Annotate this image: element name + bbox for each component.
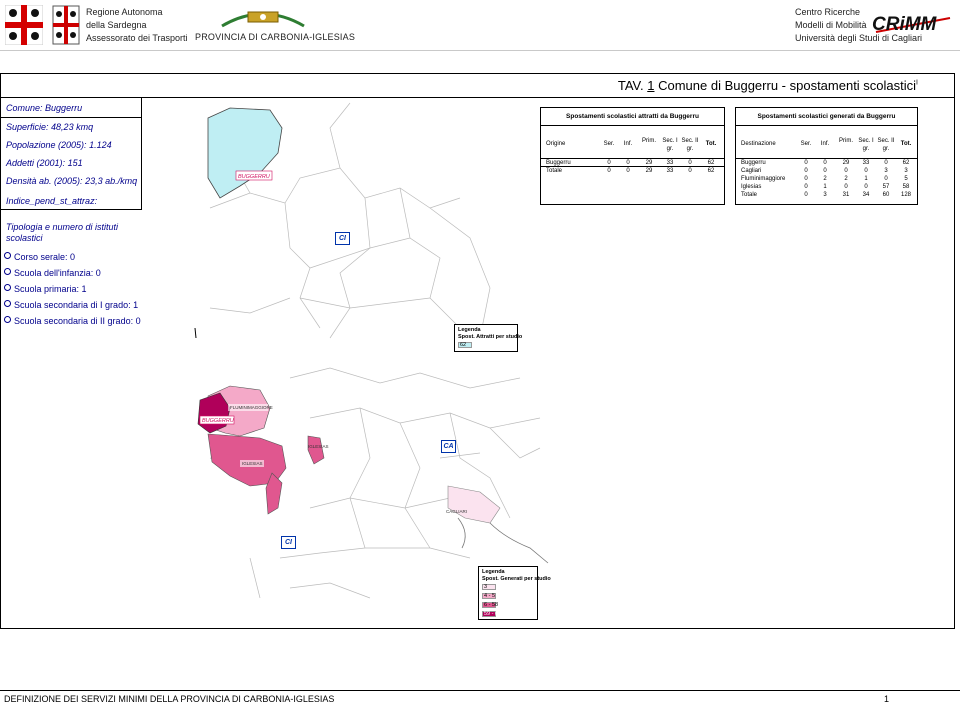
table-cell: 0 <box>864 184 868 190</box>
svg-text:IGLESIAS: IGLESIAS <box>242 461 263 466</box>
map-label-iglesias: IGLESIAS <box>240 460 264 467</box>
table-cell: 2 <box>823 176 827 182</box>
table-cell: 62 <box>902 160 910 166</box>
table-cell: 0 <box>804 176 808 182</box>
svg-text:BUGGERRU: BUGGERRU <box>202 418 234 424</box>
col-header: Destinazione <box>741 141 776 147</box>
table-cell: 0 <box>844 184 848 190</box>
table-cell: 57 <box>882 184 890 190</box>
table-cell: 0 <box>844 168 848 174</box>
addetti-row: Addetti (2001): 151 <box>6 158 83 168</box>
table-cell: 2 <box>844 176 848 182</box>
map-label-cagliari: CAGLIARI <box>446 509 467 514</box>
map-label-fluminimaggiore: FLUMINIMAGGIORE <box>228 404 273 411</box>
table-attratti: Spostamenti scolastici attratti da Bugge… <box>540 107 725 205</box>
col-header: Prim. <box>839 138 853 144</box>
popolazione-row: Popolazione (2005): 1.124 <box>6 140 112 150</box>
table-cell: 0 <box>804 160 808 166</box>
col-header: Inf. <box>820 141 830 147</box>
table-cell: 5 <box>904 176 908 182</box>
table-cell: 31 <box>842 192 850 198</box>
table-cell: 0 <box>823 168 827 174</box>
region-subname: della Sardegna <box>86 20 147 30</box>
comune-row: Comune: Buggerru <box>6 103 83 113</box>
table-cell: 60 <box>882 192 890 198</box>
table-generati: Spostamenti scolastici generati da Bugge… <box>735 107 918 205</box>
indice-row: Indice_pend_st_attraz: <box>6 196 98 206</box>
ca-badge: CA <box>441 440 456 453</box>
table-cell: 33 <box>862 160 870 166</box>
table-generati-title: Spostamenti scolastici generati da Bugge… <box>736 108 917 126</box>
col-header: Prim. <box>642 138 656 144</box>
table-cell: 58 <box>902 184 910 190</box>
table-cell: Fluminimaggiore <box>741 176 786 182</box>
table-cell: 0 <box>864 168 868 174</box>
table-cell: Iglesias <box>741 184 762 190</box>
footer-divider <box>0 690 960 691</box>
table-cell: 1 <box>864 176 868 182</box>
istituto-item: Corso serale: 0 <box>4 252 75 262</box>
table-cell: Cagliari <box>741 168 762 174</box>
table-cell: 0 <box>823 160 827 166</box>
ci-badge: CI <box>281 536 296 549</box>
table-cell: Totale <box>741 192 758 198</box>
svg-text:CRiMM: CRiMM <box>872 14 938 35</box>
col-header: Inf. <box>623 141 633 147</box>
table-cell: 128 <box>900 192 911 198</box>
table-cell: 0 <box>884 160 888 166</box>
map-label-iglesias-top: IGLESIAS <box>308 444 329 449</box>
col-header: Sec. II gr. <box>681 138 699 152</box>
istituti-title: Tipologia e numero di istituti scolastic… <box>6 222 118 243</box>
legend-generati: Legenda Spost. Generati per studio 3 4 -… <box>478 566 551 620</box>
table-cell: 0 <box>804 168 808 174</box>
province-crest-logo <box>216 6 310 30</box>
table-cell: Buggerru <box>741 160 766 166</box>
table-cell: 34 <box>862 192 870 198</box>
svg-text:FLUMINIMAGGIORE: FLUMINIMAGGIORE <box>230 405 273 410</box>
col-header: Origine <box>546 141 566 147</box>
header-left-text: Regione Autonoma della Sardegna Assessor… <box>86 6 188 45</box>
table-attratti-title: Spostamenti scolastici attratti da Bugge… <box>541 108 724 126</box>
region-name: Regione Autonoma <box>86 7 163 17</box>
legend-attratti: Legenda Spost. Attratti per studio 62 <box>454 324 522 352</box>
header-divider <box>0 50 960 51</box>
col-header: Sec. I gr. <box>858 138 874 152</box>
province-name: PROVINCIA DI CARBONIA-IGLESIAS <box>195 32 356 42</box>
svg-text:BUGGERRU: BUGGERRU <box>238 174 270 180</box>
table-cell: 3 <box>884 168 888 174</box>
col-header: Sec. II gr. <box>877 138 895 152</box>
table-cell: 3 <box>823 192 827 198</box>
col-header: Ser. <box>603 141 615 147</box>
moors-emblem-logo <box>52 5 80 45</box>
municipality-info-panel: Comune: Buggerru Superficie: 48,23 kmq P… <box>0 98 142 210</box>
table-cell: 1 <box>823 184 827 190</box>
svg-text:CAGLIARI: CAGLIARI <box>446 509 467 514</box>
col-header: Ser. <box>800 141 812 147</box>
table-cell: 29 <box>842 160 850 166</box>
istituto-item: Scuola secondaria di I grado: 1 <box>4 300 138 310</box>
istituto-item: Scuola secondaria di II grado: 0 <box>4 316 141 326</box>
svg-text:IGLESIAS: IGLESIAS <box>308 444 329 449</box>
table-title-text: Comune di Buggerru - spostamenti scolast… <box>654 78 917 93</box>
sardinia-flag-logo <box>4 4 44 46</box>
department-name: Assessorato dei Trasporti <box>86 33 188 43</box>
table-cell: 3 <box>904 168 908 174</box>
istituto-item: Scuola dell'infanzia: 0 <box>4 268 101 278</box>
table-title: TAV. 1 Comune di Buggerru - spostamenti … <box>617 78 918 93</box>
table-cell: 0 <box>884 176 888 182</box>
ci-badge: CI <box>335 232 350 245</box>
map-attratti: BUGGERRU <box>190 98 530 358</box>
densita-row: Densità ab. (2005): 23,3 ab./kmq <box>6 176 138 186</box>
istituto-item: Scuola primaria: 1 <box>4 284 87 294</box>
table-cell: 0 <box>804 184 808 190</box>
col-header: Sec. I gr. <box>662 138 678 152</box>
buggerru-label: BUGGERRU <box>235 170 273 181</box>
table-cell: 0 <box>804 192 808 198</box>
col-header: Tot. <box>705 141 717 147</box>
map-label-buggerru: BUGGERRU <box>199 415 235 425</box>
superficie-row: Superficie: 48,23 kmq <box>6 122 94 132</box>
crimm-logo: CRiMM <box>868 8 958 38</box>
col-header: Tot. <box>900 141 912 147</box>
